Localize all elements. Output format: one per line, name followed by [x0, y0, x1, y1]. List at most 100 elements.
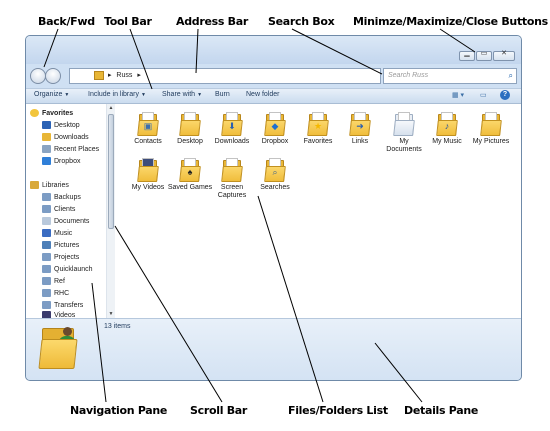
user-folder-icon [38, 325, 78, 369]
content-area: Favorites Desktop Downloads Recent Place… [26, 104, 521, 320]
nav-item-label: Pictures [54, 242, 80, 249]
nav-libraries-header[interactable]: Libraries [30, 180, 69, 191]
chevron-down-icon: ▼ [64, 92, 70, 98]
nav-item-rhc[interactable]: RHC [42, 288, 69, 299]
address-separator-trailing: ▸ [137, 72, 141, 79]
screen-captures-folder-icon [221, 158, 243, 182]
file-item-dropbox[interactable]: ◆ Dropbox [252, 112, 298, 146]
back-button[interactable] [30, 68, 46, 84]
nav-item-label: Documents [54, 218, 90, 225]
nav-item-documents[interactable]: Documents [42, 216, 89, 227]
pictures-folder-icon [480, 112, 502, 136]
file-item-links[interactable]: ➜ Links [337, 112, 383, 146]
dropbox-icon [42, 157, 51, 166]
help-icon[interactable]: ? [500, 90, 510, 100]
desktop-folder-icon [179, 112, 201, 136]
nav-item-label: Projects [54, 254, 80, 261]
nav-item-dropbox[interactable]: Dropbox [42, 156, 80, 167]
folder-icon [94, 70, 104, 80]
nav-favorites-header[interactable]: Favorites [30, 108, 73, 119]
file-item-favorites[interactable]: ★ Favorites [295, 112, 341, 146]
organize-button[interactable]: Organize ▼ [34, 91, 69, 98]
maximize-button[interactable]: ▭ [476, 49, 492, 61]
nav-item-label: RHC [54, 290, 70, 297]
search-placeholder: Search Russ [388, 72, 429, 79]
callout-window-buttons: Minimze/Maximize/Close Buttons [353, 15, 548, 28]
library-icon [42, 301, 51, 310]
forward-button[interactable] [45, 68, 61, 84]
nav-favorites-label: Favorites [42, 110, 74, 117]
nav-item-recent-places[interactable]: Recent Places [42, 144, 99, 155]
explorer-window: ▁ ▭ ✕ ▸ Russ ▸ ▼ ↻ Search Russ ⌕ Organiz… [25, 35, 522, 381]
callout-back-fwd: Back/Fwd [38, 15, 95, 28]
library-icon [42, 253, 51, 262]
callout-navigation-pane: Navigation Pane [70, 404, 168, 417]
scroll-bar[interactable]: ▲ ▼ [106, 104, 115, 318]
file-item-my-music[interactable]: ♪ My Music [424, 112, 470, 146]
file-item-label: My Documents [386, 138, 422, 153]
share-with-button[interactable]: Share with ▼ [162, 91, 202, 98]
share-label: Share with [162, 91, 196, 98]
nav-item-clients[interactable]: Clients [42, 204, 75, 215]
file-item-label: My Videos [131, 184, 165, 191]
file-item-label: Contacts [134, 138, 162, 145]
file-item-screen-captures[interactable]: Screen Captures [209, 158, 255, 200]
nav-item-projects[interactable]: Projects [42, 252, 79, 263]
callout-details-pane: Details Pane [404, 404, 479, 417]
file-item-label: Screen Captures [217, 184, 247, 199]
nav-item-ref[interactable]: Ref [42, 276, 65, 287]
documents-folder-icon [393, 112, 415, 136]
organize-label: Organize [34, 91, 63, 98]
nav-item-music[interactable]: Music [42, 228, 72, 239]
downloads-icon [42, 133, 51, 142]
recent-places-icon [42, 145, 51, 154]
nav-libraries-label: Libraries [42, 182, 69, 189]
file-item-desktop[interactable]: Desktop [167, 112, 213, 146]
include-in-library-button[interactable]: Include in library ▼ [88, 91, 146, 98]
library-icon [42, 193, 51, 202]
nav-item-label: Recent Places [54, 146, 100, 153]
address-path[interactable]: Russ [116, 72, 132, 79]
include-label: Include in library [88, 91, 139, 98]
callout-search-box: Search Box [268, 15, 335, 28]
file-item-my-pictures[interactable]: My Pictures [468, 112, 514, 146]
library-icon [42, 277, 51, 286]
file-item-saved-games[interactable]: ♠ Saved Games [167, 158, 213, 192]
scroll-down-icon[interactable]: ▼ [107, 311, 115, 317]
file-item-my-videos[interactable]: My Videos [125, 158, 171, 192]
file-item-contacts[interactable]: ▣ Contacts [125, 112, 171, 146]
preview-pane-icon[interactable]: ▭ [480, 91, 487, 99]
burn-button[interactable]: Burn [215, 91, 230, 98]
nav-item-label: Clients [54, 206, 76, 213]
scroll-thumb[interactable] [108, 114, 114, 229]
search-icon[interactable]: ⌕ [509, 69, 513, 83]
nav-item-label: Ref [54, 278, 65, 285]
new-folder-button[interactable]: New folder [246, 91, 279, 98]
nav-item-label: Backups [54, 194, 81, 201]
search-input[interactable]: Search Russ ⌕ [383, 68, 517, 84]
close-button[interactable]: ✕ [493, 49, 515, 61]
nav-item-quicklaunch[interactable]: Quicklaunch [42, 264, 93, 275]
details-pane: 13 items [26, 318, 521, 380]
callout-scroll-bar: Scroll Bar [190, 404, 248, 417]
scroll-up-icon[interactable]: ▲ [107, 105, 115, 111]
minimize-button[interactable]: ▁ [459, 49, 475, 61]
downloads-folder-icon: ⬇ [221, 112, 243, 136]
navigation-pane: Favorites Desktop Downloads Recent Place… [26, 104, 107, 320]
nav-item-label: Music [54, 230, 73, 237]
pictures-icon [42, 241, 51, 250]
documents-icon [42, 217, 51, 226]
file-item-label: Downloads [214, 138, 250, 145]
file-item-searches[interactable]: ⌕ Searches [252, 158, 298, 192]
nav-item-desktop[interactable]: Desktop [42, 120, 80, 131]
nav-item-pictures[interactable]: Pictures [42, 240, 79, 251]
nav-item-backups[interactable]: Backups [42, 192, 81, 203]
view-options-icon[interactable]: ▦ ▾ [452, 91, 464, 99]
nav-item-downloads[interactable]: Downloads [42, 132, 89, 143]
file-item-my-documents[interactable]: My Documents [381, 112, 427, 154]
dropbox-folder-icon: ◆ [264, 112, 286, 136]
file-item-downloads[interactable]: ⬇ Downloads [209, 112, 255, 146]
file-item-label: My Pictures [472, 138, 510, 145]
address-bar[interactable]: ▸ Russ ▸ ▼ ↻ [69, 68, 418, 84]
links-folder-icon: ➜ [349, 112, 371, 136]
